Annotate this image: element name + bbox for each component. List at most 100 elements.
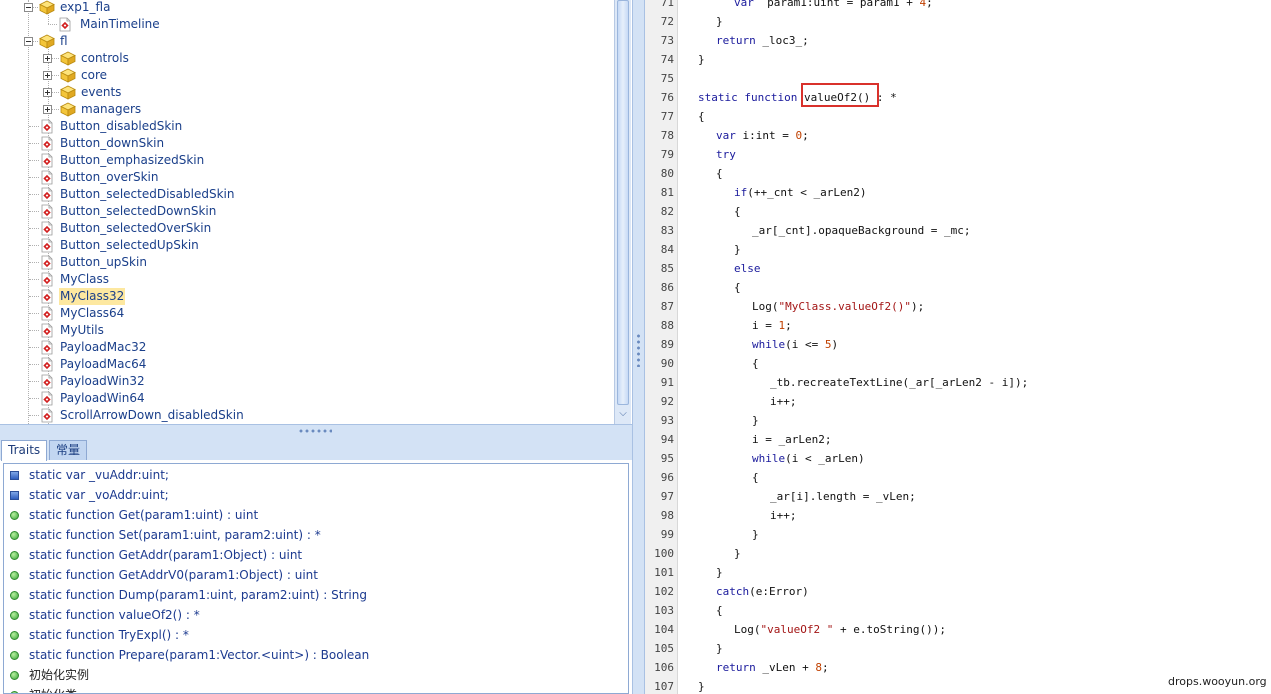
tree-guide-line [29, 143, 39, 144]
tree-class-node[interactable]: Button_selectedDownSkin [0, 203, 614, 220]
collapse-icon[interactable] [24, 3, 33, 12]
tree-node-label: core [81, 68, 107, 82]
horizontal-splitter[interactable] [0, 424, 632, 436]
code-line: while(i < _arLen) [752, 449, 865, 468]
tree-guide-line [29, 194, 39, 195]
method-icon [10, 551, 19, 560]
tab-traits[interactable]: Traits [1, 440, 48, 461]
package-icon [60, 102, 76, 117]
code-text: i = _arLen2; [752, 433, 832, 446]
code-text: _loc3_; [755, 34, 809, 47]
tree-node-label: MainTimeline [80, 17, 160, 31]
vertical-splitter[interactable] [632, 0, 645, 694]
code-line: } [698, 50, 705, 69]
tree-class-node[interactable]: Button_upSkin [0, 254, 614, 271]
tree-node-label: managers [81, 102, 142, 116]
class-icon [40, 289, 54, 304]
class-icon [40, 119, 54, 134]
trait-item[interactable]: static var _vuAddr:uint; [8, 465, 618, 485]
code-text: } [752, 528, 759, 541]
line-number: 73 [660, 34, 674, 47]
code-line: { [698, 107, 705, 126]
code-text: + e.toString()); [833, 623, 946, 636]
trait-item[interactable]: 初始化类 [8, 685, 618, 693]
code-text: i++; [770, 395, 797, 408]
code-line: _ar[i].length = _vLen; [770, 487, 916, 506]
method-icon [10, 671, 19, 680]
tree-class-node[interactable]: MyClass32 [0, 288, 614, 305]
collapse-icon[interactable] [24, 37, 33, 46]
code-text: i:int = [735, 129, 796, 142]
tree-class-node[interactable]: Button_emphasizedSkin [0, 152, 614, 169]
code-line: } [716, 563, 723, 582]
code-text: i++; [770, 509, 797, 522]
tree-package-node[interactable]: core [0, 67, 614, 84]
trait-item[interactable]: static function GetAddr(param1:Object) :… [8, 545, 618, 565]
trait-item[interactable]: static function GetAddrV0(param1:Object)… [8, 565, 618, 585]
tree-class-node[interactable]: PayloadMac32 [0, 339, 614, 356]
trait-item[interactable]: 初始化实例 [8, 665, 618, 685]
class-icon [40, 136, 54, 151]
method-icon [10, 511, 19, 520]
tree-class-node[interactable]: MyClass [0, 271, 614, 288]
tree-guide-line [29, 126, 39, 127]
expand-icon[interactable] [43, 54, 52, 63]
tree-class-node[interactable]: ScrollArrowDown_disabledSkin [0, 407, 614, 424]
tree-class-node[interactable]: MainTimeline [0, 16, 614, 33]
package-icon [39, 0, 55, 15]
code-text: { [734, 281, 741, 294]
tree-package-node[interactable]: events [0, 84, 614, 101]
code-text: (e:Error) [749, 585, 809, 598]
code-line: i = 1; [752, 316, 792, 335]
class-icon [40, 357, 54, 372]
tree-package-node[interactable]: managers [0, 101, 614, 118]
tree-scrollbar-thumb[interactable] [617, 0, 629, 405]
tree-class-node[interactable]: PayloadMac64 [0, 356, 614, 373]
code-text: Log( [752, 300, 779, 313]
trait-item[interactable]: static function Prepare(param1:Vector.<u… [8, 645, 618, 665]
trait-label: 初始化类 [29, 685, 77, 693]
expand-icon[interactable] [43, 71, 52, 80]
tree-node-label: controls [81, 51, 129, 65]
code-keyword: if [734, 186, 748, 199]
line-number: 88 [660, 319, 674, 332]
tree-class-node[interactable]: Button_downSkin [0, 135, 614, 152]
tree-class-node[interactable]: Button_disabledSkin [0, 118, 614, 135]
tree-package-node[interactable]: controls [0, 50, 614, 67]
tree-class-node[interactable]: Button_selectedOverSkin [0, 220, 614, 237]
tree-guide-line [29, 228, 39, 229]
tree-node-label: ScrollArrowDown_disabledSkin [60, 408, 244, 422]
method-icon [10, 631, 19, 640]
tree-package-node[interactable]: exp1_fla [0, 0, 614, 16]
code-text: (i <= [785, 338, 825, 351]
trait-item[interactable]: static function TryExpl() : * [8, 625, 618, 645]
trait-item[interactable]: static function Get(param1:uint) : uint [8, 505, 618, 525]
tree-class-node[interactable]: MyClass64 [0, 305, 614, 322]
scroll-down-arrow-icon[interactable]: ⌵ [617, 407, 629, 421]
code-view[interactable]: 71 72 73 74 75 76 77 78 79 80 81 82 83 84 85 86 87 88 89 90… [645, 0, 1271, 694]
expand-icon[interactable] [43, 105, 52, 114]
tab-constants[interactable]: 常量 [49, 440, 88, 460]
tree-class-node[interactable]: PayloadWin64 [0, 390, 614, 407]
tree-class-node[interactable]: Button_selectedDisabledSkin [0, 186, 614, 203]
code-line: i = _arLen2; [752, 430, 831, 449]
tree-class-node[interactable]: PayloadWin32 [0, 373, 614, 390]
trait-label: static function GetAddrV0(param1:Object)… [29, 568, 318, 582]
tree-node-label: PayloadWin64 [60, 391, 145, 405]
tree-guide-line [29, 279, 39, 280]
tree-class-node[interactable]: Button_overSkin [0, 169, 614, 186]
tree-class-node[interactable]: Button_selectedUpSkin [0, 237, 614, 254]
trait-item[interactable]: static function Set(param1:uint, param2:… [8, 525, 618, 545]
trait-item[interactable]: static function Dump(param1:uint, param2… [8, 585, 618, 605]
tree-class-node[interactable]: MyUtils [0, 322, 614, 339]
trait-item[interactable]: static function valueOf2() : * [8, 605, 618, 625]
tree-package-node[interactable]: fl [0, 33, 614, 50]
variable-icon [10, 491, 19, 500]
class-icon [40, 221, 54, 236]
expand-icon[interactable] [43, 88, 52, 97]
code-line: { [734, 202, 741, 221]
code-text: i = [752, 319, 779, 332]
tree-scrollbar[interactable]: ⌵ [614, 0, 631, 424]
trait-item[interactable]: static var _voAddr:uint; [8, 485, 618, 505]
tree-node-label: MyClass64 [60, 306, 125, 320]
